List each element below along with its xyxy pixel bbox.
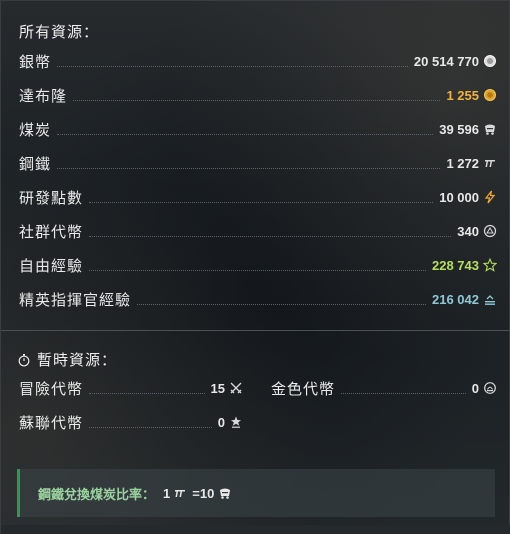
resource-row-free-xp: 自由經驗 228 743 <box>19 254 497 276</box>
dotted-leader <box>73 100 441 101</box>
crossed-swords-icon <box>229 381 243 395</box>
resource-label: 自由經驗 <box>19 257 84 275</box>
coal-cart-icon <box>483 122 497 136</box>
dotted-leader <box>341 393 466 394</box>
resource-value: 1 255 <box>446 87 479 103</box>
resource-label: 銀幣 <box>19 53 52 71</box>
star-icon <box>483 258 497 272</box>
resource-label: 蘇聯代幣 <box>19 414 84 432</box>
gold-doubloon-icon <box>483 88 497 102</box>
exchange-rate-right-value: =10 <box>192 485 215 501</box>
all-resources-title: 所有資源： <box>19 24 100 41</box>
soviet-star-icon <box>229 415 243 429</box>
section-divider <box>1 330 510 331</box>
resource-row-coal: 煤炭 39 596 <box>19 118 497 140</box>
resource-value: 20 514 770 <box>413 53 479 69</box>
resource-row-research-points: 研發點數 10 000 <box>19 186 497 208</box>
resource-value: 228 743 <box>432 257 479 273</box>
temp-row-gold-tokens: 金色代幣 0 <box>271 377 497 399</box>
resource-label: 冒險代幣 <box>19 380 84 398</box>
resource-label: 精英指揮官經驗 <box>19 291 132 309</box>
resource-row-community-tokens: 社群代幣 340 <box>19 220 497 242</box>
stopwatch-icon <box>17 353 31 367</box>
dotted-leader <box>57 66 408 67</box>
temp-row-adventure-tokens: 冒險代幣 15 <box>19 377 243 399</box>
resource-value: 340 <box>457 223 479 239</box>
exchange-rate-box: 鋼鐵兌換煤炭比率： 1 =10 <box>17 469 495 517</box>
resources-panel: 所有資源： 銀幣 20 514 770 達布隆 1 255 煤炭 39 596 … <box>0 0 510 534</box>
resource-label: 煤炭 <box>19 121 52 139</box>
resource-label: 社群代幣 <box>19 223 84 241</box>
resource-label: 金色代幣 <box>271 380 336 398</box>
silver-coin-icon <box>483 54 497 68</box>
dotted-leader <box>89 393 205 394</box>
resource-value: 39 596 <box>439 121 479 137</box>
resource-label: 研發點數 <box>19 189 84 207</box>
resource-value: 0 <box>217 414 225 430</box>
dotted-leader <box>89 202 434 203</box>
dotted-leader <box>57 168 441 169</box>
resource-value: 1 272 <box>446 155 479 171</box>
resource-row-silver: 銀幣 20 514 770 <box>19 50 497 72</box>
dotted-leader <box>57 134 434 135</box>
dotted-leader <box>89 270 426 271</box>
commander-xp-icon <box>483 292 497 306</box>
resource-label: 達布隆 <box>19 87 68 105</box>
resource-row-doubloons: 達布隆 1 255 <box>19 84 497 106</box>
steel-beam-icon <box>483 156 497 170</box>
resource-row-steel: 鋼鐵 1 272 <box>19 152 497 174</box>
resource-value: 216 042 <box>432 291 479 307</box>
coal-cart-icon <box>217 486 233 500</box>
exchange-rate-left-value: 1 <box>163 485 171 501</box>
community-token-icon <box>483 224 497 238</box>
resource-value: 10 000 <box>439 189 479 205</box>
dotted-leader <box>89 236 452 237</box>
resource-label: 鋼鐵 <box>19 155 52 173</box>
exchange-rate-label: 鋼鐵兌換煤炭比率： <box>38 486 156 502</box>
temporary-resources-header: 暫時資源： <box>17 349 117 370</box>
resource-value: 0 <box>471 380 479 396</box>
steel-beam-icon <box>172 486 188 500</box>
temporary-resources-title: 暫時資源： <box>37 352 118 369</box>
temp-row-soviet-tokens: 蘇聯代幣 0 <box>19 411 243 433</box>
resource-value: 15 <box>210 380 225 396</box>
resource-row-elite-commander-xp: 精英指揮官經驗 216 042 <box>19 288 497 310</box>
dotted-leader <box>89 427 212 428</box>
lightning-icon <box>483 190 497 204</box>
gold-token-icon <box>483 381 497 395</box>
dotted-leader <box>137 304 426 305</box>
